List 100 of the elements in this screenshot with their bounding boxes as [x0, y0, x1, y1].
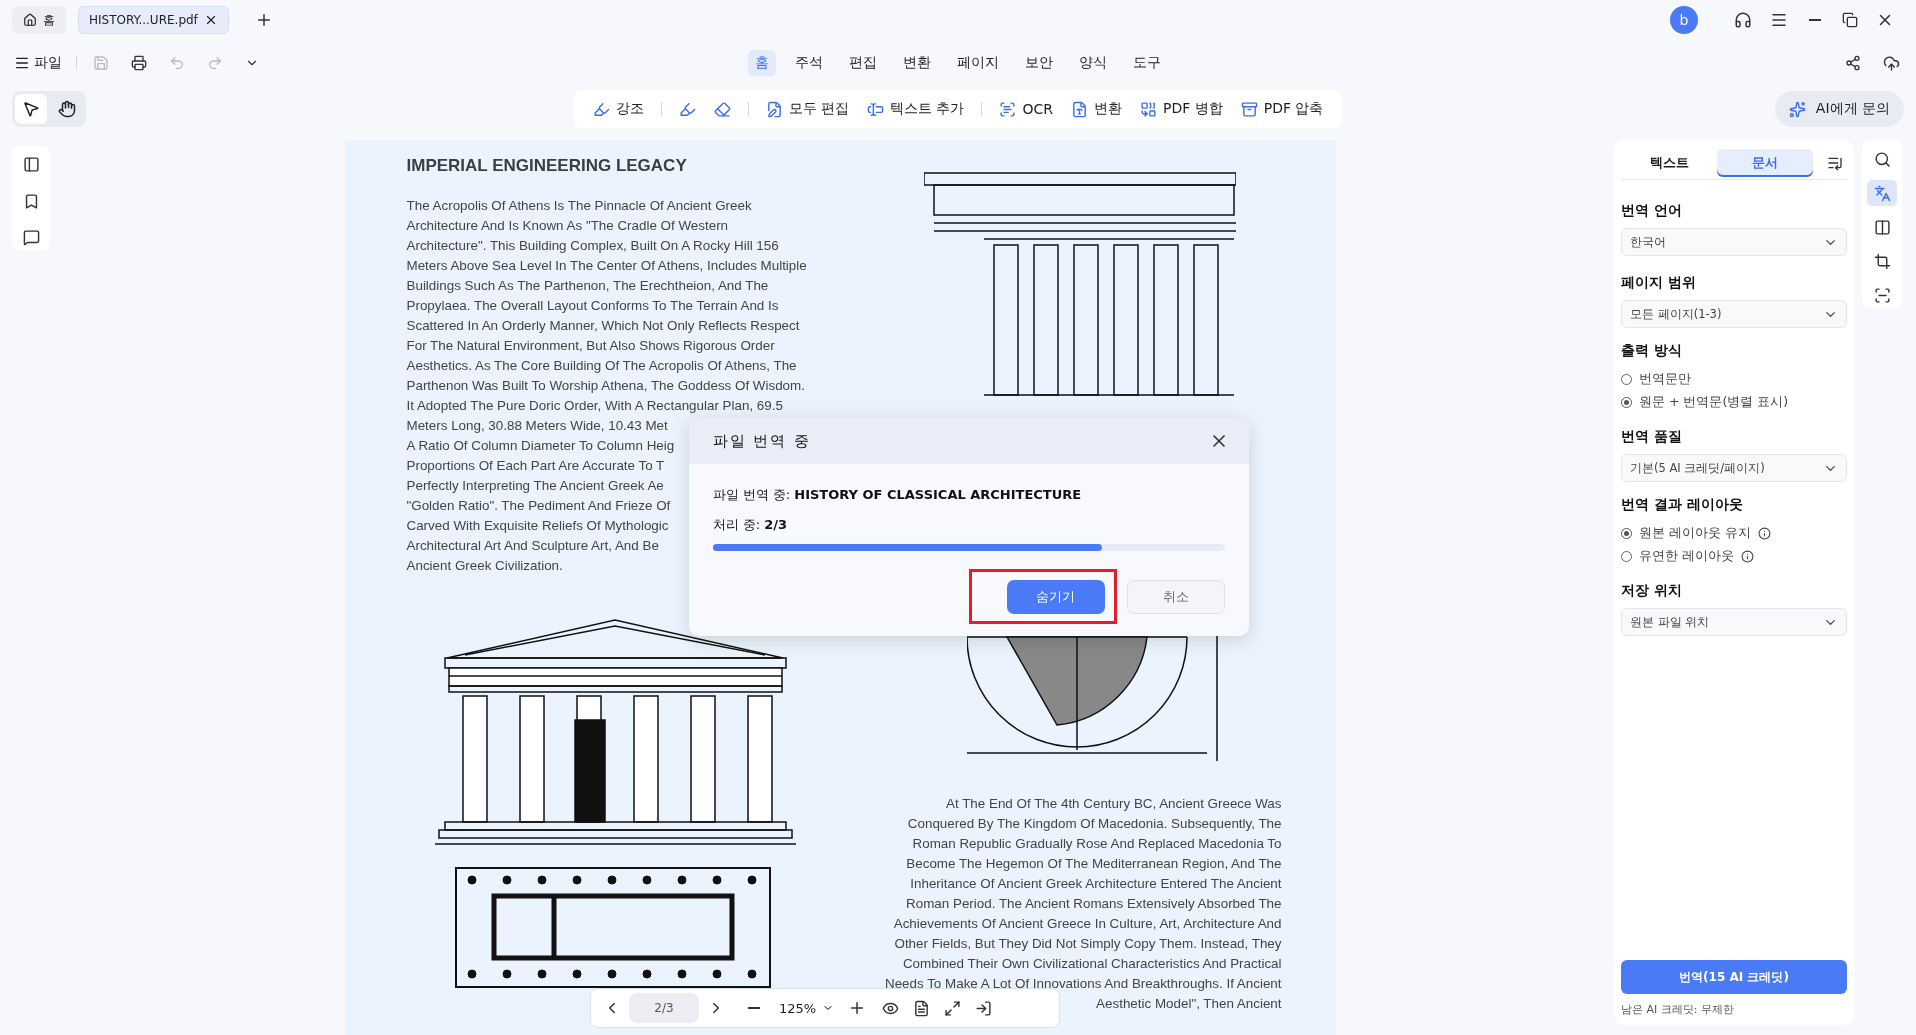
- text-line: Architectural Art And Sculpture Art, And Be: [406, 537, 659, 555]
- text-line: Scattered In An Orderly Manner, Which Not Only Reflects Respect: [406, 317, 800, 335]
- save-icon: [93, 55, 109, 71]
- document-heading: IMPERIAL ENGINEERING LEGACY: [406, 156, 688, 176]
- ribbon-tab[interactable]: 주석: [788, 50, 830, 76]
- credits-note: 남은 AI 크레딧: 무제한: [1621, 1002, 1735, 1017]
- dropdown-field[interactable]: 한국어: [1621, 228, 1847, 256]
- text-line: Carved With Exquisite Reliefs Of Mythologic: [406, 517, 669, 535]
- ribbon-tab[interactable]: 보안: [1018, 50, 1060, 76]
- cancel-button[interactable]: 취소: [1126, 579, 1225, 614]
- text-line: Ancient Greek Civilization.: [406, 557, 563, 575]
- page-number-field[interactable]: 2/3: [629, 993, 699, 1023]
- section-title: 페이지 범위: [1621, 274, 1697, 292]
- translate-icon-button[interactable]: [1867, 180, 1897, 206]
- radio-label[interactable]: 번역문만: [1639, 371, 1691, 388]
- search-icon: [1873, 150, 1891, 168]
- text-line: Meters Above Sea Level In The Center Of Athens, Includes Multiple: [406, 257, 807, 275]
- text-line: Buildings Such As The Parthenon, The Erechtheion, And The: [406, 277, 769, 295]
- text-line: Roman Republic Gradually Rose And Replaced Macedonia To: [912, 835, 1282, 853]
- panel-icon: [22, 155, 40, 173]
- cloud-upload-icon: [1883, 54, 1900, 72]
- toolbar-button[interactable]: PDF 병합: [1131, 100, 1232, 118]
- text-cursor-icon: [867, 100, 884, 118]
- text-line: For The Natural Environment, But Also Shows Rigorous Order: [406, 337, 775, 355]
- dropdown-field[interactable]: 기본(5 AI 크레딧/페이지): [1621, 454, 1847, 482]
- sparkles-icon: [1788, 100, 1806, 118]
- toolbar-button[interactable]: 강조: [583, 100, 653, 118]
- expand-icon: [944, 999, 962, 1017]
- info-icon[interactable]: [1741, 550, 1754, 563]
- text-line: Parthenon Was Built To Worship Athena, The Goddess Of Wisdom.: [406, 377, 805, 395]
- comment-icon: [22, 229, 40, 247]
- select-tool-button[interactable]: [15, 94, 47, 124]
- restore-icon: [1842, 12, 1858, 28]
- file-type-icon: [1071, 100, 1088, 118]
- progress-status-text: 처리 중: 2/3: [712, 516, 788, 534]
- headset-icon: [1734, 11, 1752, 29]
- home-icon: [23, 13, 37, 27]
- section-title: 번역 언어: [1621, 202, 1683, 220]
- crop-icon: [1873, 252, 1891, 270]
- text-line: "Golden Ratio". The Pediment And Frieze Of: [406, 497, 671, 515]
- file-menu[interactable]: 파일: [12, 52, 64, 74]
- panel-tab[interactable]: 문서: [1717, 148, 1813, 177]
- text-line: Architecture And Is Known As "The Cradle Of Western: [406, 217, 729, 235]
- ribbon-tab[interactable]: 편집: [842, 50, 884, 76]
- zoom-level[interactable]: 125%: [779, 1000, 817, 1016]
- text-line: A Ratio Of Column Diameter To Column Heig: [406, 437, 675, 455]
- printer-icon: [131, 55, 147, 71]
- toolbar-button[interactable]: 변환: [1062, 100, 1131, 118]
- share-icon: [1845, 55, 1861, 71]
- translate-button[interactable]: 번역(15 AI 크레딧): [1621, 960, 1847, 994]
- text-line: Become The Hegemon Of The Mediterranean Region, And The: [906, 855, 1282, 873]
- ask-ai-button[interactable]: AI에게 문의: [1774, 91, 1904, 127]
- columns-icon: [1873, 218, 1891, 236]
- app-tab[interactable]: 홈: [12, 6, 66, 34]
- info-icon[interactable]: [1757, 527, 1771, 540]
- user-avatar[interactable]: b: [1670, 6, 1698, 34]
- scan-text-icon: [999, 100, 1017, 118]
- text-line: Other Fields, But They Did Not Simply Copy Them. Instead, They: [894, 935, 1282, 953]
- app-tab[interactable]: HISTORY...URE.pdf: [78, 6, 229, 34]
- dropdown-field[interactable]: 모든 페이지(1-3): [1621, 300, 1847, 328]
- toolbar-button[interactable]: OCR: [990, 100, 1062, 118]
- panel-tab[interactable]: 텍스트: [1621, 148, 1717, 177]
- ribbon-tab[interactable]: 페이지: [950, 50, 1006, 76]
- section-title: 번역 품질: [1621, 428, 1683, 446]
- eraser-icon: [713, 100, 731, 118]
- text-line: Aesthetics. As The Core Building Of The Acropolis Of Athens, The: [406, 357, 797, 375]
- toolbar-button[interactable]: 텍스트 추가: [858, 100, 974, 118]
- radio-label[interactable]: 원문 + 번역문(병렬 표시): [1639, 394, 1789, 411]
- section-title: 출력 방식: [1621, 342, 1683, 360]
- highlighter-icon: [678, 100, 696, 118]
- section-title: 저장 위치: [1621, 582, 1683, 600]
- menu-icon: [14, 55, 30, 71]
- text-line: Architecture". This Building Complex, Built On A Rocky Hill 156: [406, 237, 779, 255]
- text-line: Achievements Of Ancient Greece In Culture, Art, Architecture And: [893, 915, 1282, 933]
- ribbon-tab[interactable]: 도구: [1126, 50, 1168, 76]
- text-line: It Adopted The Pure Doric Order, With A Rectangular Plan, 69.5: [406, 397, 783, 415]
- text-line: Propylaea. The Overall Layout Conforms To The Terrain And Is: [406, 297, 779, 315]
- dialog-title: 파일 번역 중: [712, 431, 812, 451]
- hand-icon: [58, 100, 76, 118]
- highlighter-icon: [592, 100, 610, 118]
- dropdown-field[interactable]: 원본 파일 위치: [1621, 608, 1847, 636]
- toolbar-button[interactable]: PDF 압축: [1231, 100, 1333, 118]
- merge-icon: [1140, 100, 1157, 118]
- toolbar-button[interactable]: 모두 편집: [756, 100, 858, 118]
- minus-icon: [748, 1007, 760, 1009]
- file-status-text: 파일 번역 중: HISTORY OF CLASSICAL ARCHITECTURE: [712, 486, 1083, 504]
- minimize-icon: [1809, 19, 1821, 21]
- radio-label[interactable]: 유연한 레이아웃: [1639, 548, 1734, 565]
- archive-icon: [1240, 100, 1258, 118]
- radio-label[interactable]: 원본 레이아웃 유지: [1639, 525, 1751, 542]
- ribbon-tab[interactable]: 홈: [748, 50, 776, 76]
- document-icon: [913, 999, 931, 1017]
- text-line: Proportions Of Each Part Are Accurate To T: [406, 457, 665, 475]
- text-line: Roman Period. The Ancient Romans Extensively Absorbed The: [906, 895, 1282, 913]
- ribbon-tab[interactable]: 양식: [1072, 50, 1114, 76]
- ribbon-tab[interactable]: 변환: [896, 50, 938, 76]
- hide-button[interactable]: 숨기기: [1006, 580, 1105, 614]
- text-line: Combined Their Own Civilizational Characteristics And Practical: [902, 955, 1282, 973]
- text-line: Meters Long, 30.88 Meters Wide, 10.43 Met: [406, 417, 668, 435]
- undo-icon: [169, 55, 185, 71]
